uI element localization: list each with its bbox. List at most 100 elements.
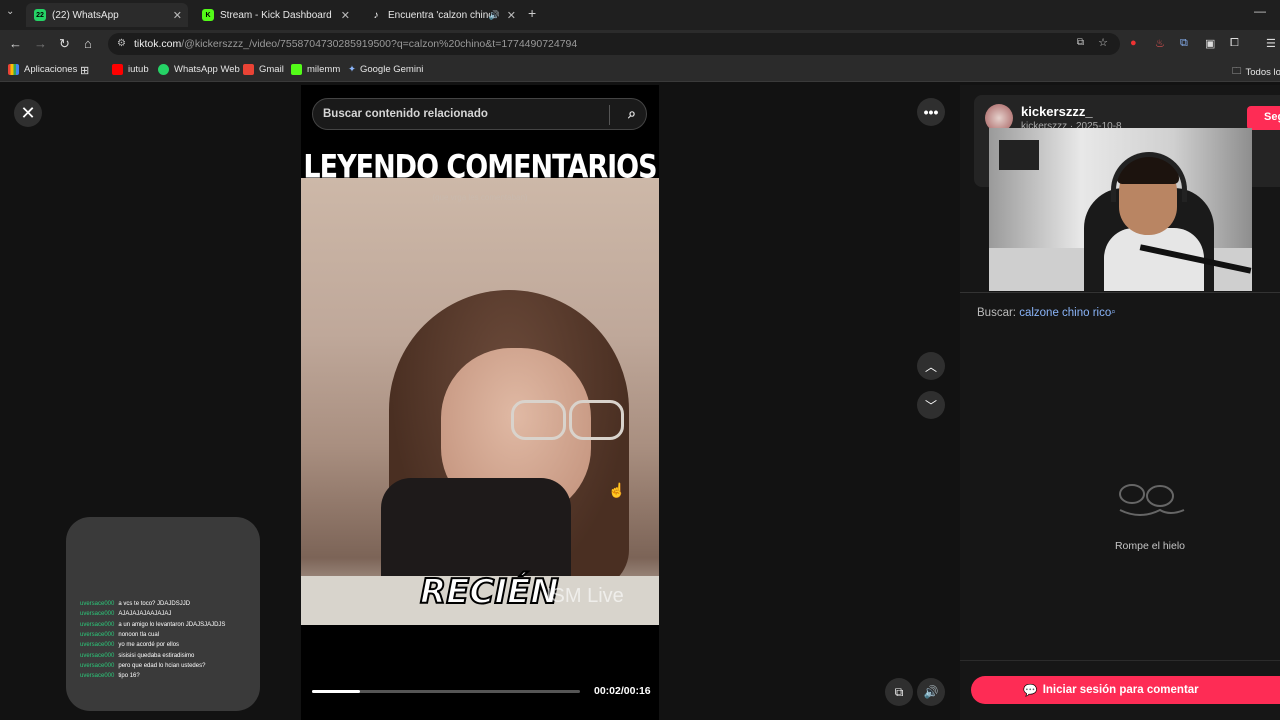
kick-icon: K [202, 9, 214, 21]
install-app-icon[interactable]: ⧉ [1077, 37, 1084, 48]
speaker-icon[interactable]: 🔊 [489, 10, 500, 21]
chat-message: uversace000 tipo 16? [80, 673, 140, 679]
chat-text: nonoon tla cual [118, 631, 160, 638]
follow-button[interactable]: Seg [1247, 106, 1280, 130]
toolbar: ← → ↻ ⌂ ⚙ tiktok.com/@kickerszzz_/video/… [0, 30, 1280, 58]
chat-username: uversace000 [80, 601, 115, 607]
chat-text: a vcs te toco? JDAJDSJJD [118, 601, 191, 607]
bookmark-iutub[interactable]: iutub [112, 64, 149, 75]
chat-username: uversace000 [80, 631, 115, 638]
bookmark-label: Google Gemini [359, 64, 424, 75]
bookmark-label: Gmail [259, 64, 284, 75]
puzzle-icon[interactable]: ⧠ [1230, 37, 1239, 50]
search-query-link[interactable]: calzone chino rico [1019, 307, 1111, 319]
extension-icon[interactable]: ▣ [1205, 37, 1215, 50]
author-name[interactable]: kickerszzz_ [1021, 104, 1093, 119]
streamer-webcam-overlay [989, 128, 1252, 291]
bookmark-gmail[interactable]: Gmail [243, 64, 284, 75]
tab-label: Stream - Kick Dashboard [220, 9, 332, 21]
bookmark-apps[interactable]: Aplicaciones [8, 64, 77, 75]
chevron-up-icon: ︿ [924, 359, 937, 374]
bookmark-whatsapp-web[interactable]: WhatsApp Web [158, 64, 240, 75]
reload-icon[interactable]: ↻ [59, 36, 70, 52]
bookmark-label: iutub [128, 64, 149, 75]
bookmark-gemini[interactable]: ✦ Google Gemini [348, 64, 423, 75]
panel-bottom-divider [960, 660, 1280, 661]
new-tab-icon[interactable]: + [528, 5, 536, 21]
chat-message: uversace000 sisisisi quedaba estiradisimo [80, 653, 194, 659]
bookmark-milemm[interactable]: milemm [291, 64, 340, 75]
video-overlay-text: RECIÉN [419, 571, 560, 613]
glasses-left [511, 400, 566, 440]
search-divider [609, 105, 610, 125]
search-icon[interactable]: ⌕ [628, 105, 636, 122]
hand-cursor-icon: ☝ [608, 482, 626, 498]
progress-fill [312, 690, 361, 693]
more-options-button[interactable]: ••• [917, 98, 945, 126]
extension-flame-icon[interactable]: ♨ [1155, 37, 1165, 50]
forward-icon[interactable]: → [34, 36, 47, 51]
volume-button[interactable]: 🔊 [917, 678, 945, 706]
glasses-right [569, 400, 624, 440]
search-icon: ⌕ [1111, 307, 1116, 316]
bookmark-label: Todos lo [1245, 66, 1280, 78]
video-progress-bar[interactable] [312, 690, 580, 693]
webcam-tv [999, 140, 1039, 170]
chat-message: uversace000 AJAJAJAJAAJAJAJ [80, 611, 171, 617]
chat-username: uversace000 [80, 642, 115, 649]
close-tab-icon[interactable]: ✕ [173, 9, 182, 22]
chat-username: uversace000 [80, 673, 115, 680]
login-to-comment-button[interactable]: 💬 Iniciar sesión para comentar [971, 676, 1280, 704]
close-video-button[interactable]: ✕ [14, 99, 42, 127]
chat-message: uversace000 pero que edad lo hcian ustede… [80, 663, 205, 669]
tab-label: Encuentra 'calzon chino' en [388, 9, 490, 21]
translate-icon[interactable]: ⧉ [1180, 37, 1188, 50]
tab-whatsapp[interactable]: 22 (22) WhatsApp ✕ [26, 3, 188, 27]
chat-message: uversace000 yo me acordé por ellos [80, 642, 179, 648]
chat-message: uversace000 a vcs te toco? JDAJDSJJD [80, 601, 190, 607]
home-icon[interactable]: ⌂ [84, 36, 92, 51]
chat-username: uversace000 [80, 662, 115, 669]
back-icon[interactable]: ← [9, 36, 22, 51]
chat-message: uversace000 a un amigo lo levantaron JDAJ… [80, 622, 225, 628]
tab-kick-dashboard[interactable]: K Stream - Kick Dashboard ✕ [194, 3, 356, 27]
bookmark-grid[interactable]: ⊞ [80, 64, 89, 77]
video-headline: LEYENDO COMENTARIOS [303, 149, 657, 186]
search-suggestion[interactable]: Buscar: calzone chino rico⌕ [977, 307, 1116, 319]
youtube-icon [112, 64, 123, 75]
extension-red-icon[interactable]: ● [1130, 37, 1137, 49]
whatsapp-icon [158, 64, 169, 75]
bookmark-label: Aplicaciones [24, 64, 78, 75]
video-subcaption: (que vrga les comentaban) [432, 193, 528, 202]
whatsapp-icon: 22 [34, 9, 46, 21]
close-tab-icon[interactable]: ✕ [507, 9, 516, 22]
pip-button[interactable]: ⧉ [885, 678, 913, 706]
video-frame[interactable] [301, 178, 659, 625]
next-video-button[interactable]: ﹀ [917, 391, 945, 419]
tab-tiktok-search[interactable]: ♪ Encuentra 'calzon chino' en 🔊 ✕ [362, 3, 522, 27]
url-path: /@kickerszzz_/video/7558704730285919500?… [181, 38, 578, 50]
apps-grid-icon [8, 64, 19, 75]
minimize-icon[interactable]: — [1254, 4, 1266, 18]
tab-strip: ⌄ 22 (22) WhatsApp ✕ K Stream - Kick Das… [0, 0, 1280, 30]
close-icon: ✕ [20, 102, 36, 123]
chevron-down-icon: ﹀ [924, 398, 937, 413]
close-tab-icon[interactable]: ✕ [341, 9, 350, 22]
tab-search-icon[interactable]: ⌄ [6, 6, 14, 17]
previous-video-button[interactable]: ︿ [917, 352, 945, 380]
bookmark-star-icon[interactable]: ☆ [1098, 36, 1108, 49]
address-bar[interactable]: ⚙ tiktok.com/@kickerszzz_/video/75587047… [108, 33, 1120, 55]
bookmark-folder-all[interactable]: 🗀 Todos lo [1232, 64, 1280, 80]
chat-username: uversace000 [80, 611, 115, 618]
menu-icon[interactable]: ☰ [1266, 37, 1276, 50]
site-info-icon[interactable]: ⚙ [117, 38, 126, 49]
url-host: tiktok.com [134, 38, 182, 50]
gmail-icon [243, 64, 254, 75]
video-watermark: ISM Live [546, 585, 624, 607]
login-label: Iniciar sesión para comentar [1042, 684, 1199, 696]
bookmarks-bar: Aplicaciones ⊞ iutub WhatsApp Web Gmail … [0, 58, 1280, 82]
chat-text: yo me acordé por ellos [118, 642, 180, 649]
related-search-input[interactable]: Buscar contenido relacionado ⌕ [312, 98, 647, 130]
grid-icon: ⊞ [80, 65, 90, 77]
search-prefix: Buscar: [977, 307, 1016, 319]
